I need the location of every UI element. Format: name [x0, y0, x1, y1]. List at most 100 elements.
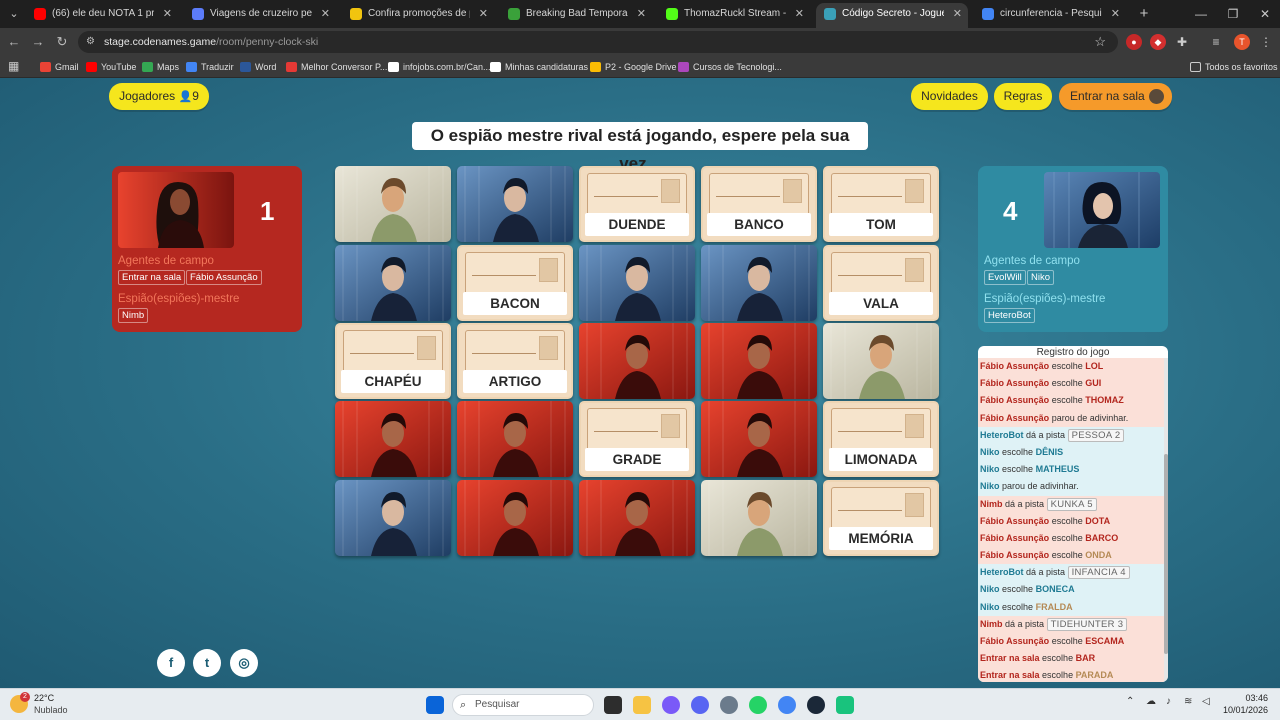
profile-avatar[interactable]: T [1234, 34, 1250, 50]
copilot-icon[interactable] [662, 696, 680, 714]
tab-close-icon[interactable]: ✕ [321, 3, 330, 25]
back-icon[interactable]: ← [4, 32, 24, 52]
clock-date[interactable]: 10/01/2026 [1222, 705, 1268, 715]
blue-agent-card[interactable] [335, 480, 451, 556]
tab-close-icon[interactable]: ✕ [795, 3, 804, 25]
bookmark-item[interactable]: Cursos de Tecnologi... [678, 59, 782, 75]
word-card[interactable]: MEMÓRIA [823, 480, 939, 556]
extensions-puzzle-icon[interactable]: ✚ [1174, 34, 1190, 50]
tab-close-icon[interactable]: ✕ [479, 3, 488, 25]
bookmark-item[interactable]: P2 - Google Drive [590, 59, 677, 75]
card-word: LIMONADA [829, 448, 933, 471]
rules-button[interactable]: Regras [994, 83, 1052, 110]
discord-icon[interactable] [691, 696, 709, 714]
browser-tab[interactable]: Confira promoções de pacotes ✕ [342, 3, 494, 28]
clock-time[interactable]: 03:46 [1222, 693, 1268, 703]
join-room-button[interactable]: Entrar na sala [1059, 83, 1172, 110]
network-icon[interactable]: ≋ [1184, 696, 1192, 707]
site-info-icon[interactable]: ⚙ [86, 36, 98, 48]
reading-list-icon[interactable]: ≡ [1208, 34, 1224, 50]
word-card[interactable]: BANCO [701, 166, 817, 242]
bookmark-item[interactable]: Gmail [40, 59, 79, 75]
card-line [838, 196, 902, 197]
red-agent-card[interactable] [579, 480, 695, 556]
apps-grid-icon[interactable]: ▦ [8, 60, 20, 72]
volume-icon[interactable]: ◁ [1202, 696, 1210, 707]
word-card[interactable]: VALA [823, 245, 939, 321]
tab-close-icon[interactable]: ✕ [1111, 3, 1120, 25]
minimize-button[interactable]: — [1186, 4, 1216, 24]
tab-search-icon[interactable]: ⌄ [4, 4, 24, 24]
browser-tab[interactable]: Breaking Bad Temporada 5 Ep ✕ [500, 3, 652, 28]
bookmark-item[interactable]: Traduzir [186, 59, 234, 75]
word-card[interactable]: GRADE [579, 401, 695, 477]
log-action: escolhe [1002, 584, 1034, 595]
menu-kebab-icon[interactable]: ⋮ [1258, 34, 1274, 50]
app-icon[interactable] [836, 696, 854, 714]
blue-agent-card[interactable] [579, 245, 695, 321]
neutral-agent-card[interactable] [335, 166, 451, 242]
facebook-icon[interactable]: f [157, 649, 185, 677]
browser-tab[interactable]: Código Secreto - Jogue online ✕ [816, 3, 968, 28]
new-tab-button[interactable]: + [1134, 4, 1154, 24]
card-line [594, 431, 658, 432]
red-agent-card[interactable] [335, 401, 451, 477]
bookmark-item[interactable]: Word [240, 59, 276, 75]
bookmark-star-icon[interactable]: ☆ [1094, 31, 1106, 53]
blue-agent-card[interactable] [457, 166, 573, 242]
word-card[interactable]: ARTIGO [457, 323, 573, 399]
log-scrollbar[interactable] [1164, 358, 1168, 682]
reload-icon[interactable]: ↻ [52, 32, 72, 52]
word-card[interactable]: DUENDE [579, 166, 695, 242]
all-bookmarks-folder[interactable]: Todos os favoritos [1190, 59, 1278, 75]
close-window-button[interactable]: ✕ [1250, 4, 1280, 24]
browser-tab[interactable]: Viagens de cruzeiro pela Amé ✕ [184, 3, 336, 28]
word-card[interactable]: BACON [457, 245, 573, 321]
red-agent-card[interactable] [457, 401, 573, 477]
tray-chevron-icon[interactable]: ⌃ [1126, 696, 1134, 707]
settings-icon[interactable] [720, 696, 738, 714]
blue-agent-card[interactable] [335, 245, 451, 321]
task-view-icon[interactable] [604, 696, 622, 714]
bookmark-item[interactable]: Minhas candidaturas [490, 59, 588, 75]
browser-tab[interactable]: ThomazRuckl Stream - Kick Da ✕ [658, 3, 810, 28]
whatsapp-icon[interactable] [749, 696, 767, 714]
tab-close-icon[interactable]: ✕ [637, 3, 646, 25]
tab-close-icon[interactable]: ✕ [163, 3, 172, 25]
browser-tab[interactable]: (66) ele deu NOTA 1 pra esse jo ✕ [26, 3, 178, 28]
word-card[interactable]: LIMONADA [823, 401, 939, 477]
neutral-agent-card[interactable] [823, 323, 939, 399]
chrome-icon[interactable] [778, 696, 796, 714]
bookmark-item[interactable]: Maps [142, 59, 179, 75]
taskbar-search[interactable]: ⌕ Pesquisar [452, 694, 594, 716]
bookmark-item[interactable]: YouTube [86, 59, 136, 75]
extension-icon-1[interactable]: ● [1126, 34, 1142, 50]
red-agent-card[interactable] [457, 480, 573, 556]
bookmark-item[interactable]: infojobs.com.br/Can... [388, 59, 491, 75]
microphone-icon[interactable]: ♪ [1166, 696, 1171, 707]
red-agent-card[interactable] [701, 323, 817, 399]
url-input[interactable]: ⚙ stage.codenames.game/room/penny-clock-… [78, 31, 1118, 53]
instagram-icon[interactable]: ◎ [230, 649, 258, 677]
bookmark-item[interactable]: Melhor Conversor P... [286, 59, 387, 75]
twitter-icon[interactable]: t [193, 649, 221, 677]
word-card[interactable]: TOM [823, 166, 939, 242]
players-button[interactable]: Jogadores 👤9 [109, 83, 209, 110]
red-agent-card[interactable] [701, 401, 817, 477]
tab-close-icon[interactable]: ✕ [953, 3, 962, 25]
steam-icon[interactable] [807, 696, 825, 714]
red-agent-card[interactable] [579, 323, 695, 399]
file-explorer-icon[interactable] [633, 696, 651, 714]
start-icon[interactable] [426, 696, 444, 714]
log-scrollbar-thumb[interactable] [1164, 454, 1168, 654]
blue-agent-card[interactable] [701, 245, 817, 321]
neutral-agent-card[interactable] [701, 480, 817, 556]
forward-icon[interactable]: → [28, 32, 48, 52]
word-card[interactable]: CHAPÉU [335, 323, 451, 399]
restore-button[interactable]: ❐ [1218, 4, 1248, 24]
search-icon: ⌕ [460, 699, 467, 711]
news-button[interactable]: Novidades [911, 83, 988, 110]
browser-tab[interactable]: circunferencia - Pesquisa Goog ✕ [974, 3, 1126, 28]
tray-app-icon[interactable]: ☁ [1146, 696, 1156, 707]
extension-icon-2[interactable]: ◆ [1150, 34, 1166, 50]
